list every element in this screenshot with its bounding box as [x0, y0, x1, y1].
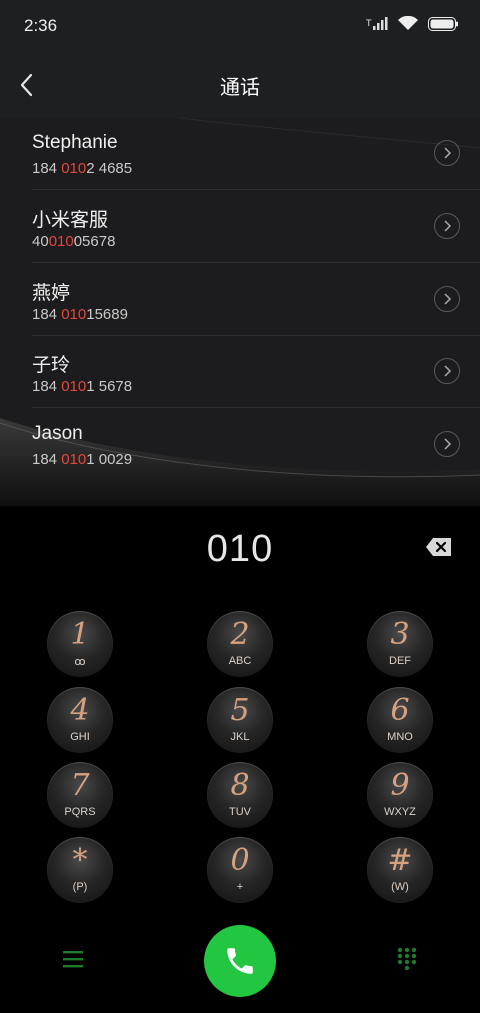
key-digit: 4 [70, 693, 90, 728]
contact-name: 小米客服 [32, 210, 109, 231]
key-letters: JKL [230, 731, 250, 743]
menu-icon [63, 951, 83, 968]
contact-detail-button[interactable] [434, 431, 460, 457]
key-6[interactable]: 6 MNO [367, 687, 433, 753]
key-digit: 6 [390, 693, 410, 728]
key-1[interactable]: 1 ꝏ [47, 611, 113, 677]
divider [32, 262, 480, 263]
menu-button[interactable] [62, 949, 84, 969]
contact-detail-button[interactable] [434, 140, 460, 166]
contact-row[interactable]: Stephanie 184 0102 4685 [0, 118, 480, 190]
key-letters: PQRS [64, 806, 96, 818]
key-4[interactable]: 4 GHI [47, 687, 113, 753]
dialed-number[interactable]: 010 [0, 528, 480, 571]
header: 通话 [0, 52, 480, 118]
key-letters: WXYZ [384, 806, 416, 818]
key-digit: 1 [70, 617, 90, 652]
contact-detail-button[interactable] [434, 286, 460, 312]
key-hash[interactable]: # (W) [367, 837, 433, 903]
key-0[interactable]: 0 + [207, 837, 273, 903]
divider [32, 407, 480, 408]
contact-detail-button[interactable] [434, 213, 460, 239]
key-digit: 5 [230, 693, 250, 728]
dial-display: 010 [0, 506, 480, 592]
key-3[interactable]: 3 DEF [367, 611, 433, 677]
key-letters: (P) [72, 881, 88, 893]
contact-row[interactable]: Jason 184 0101 0029 [0, 409, 480, 481]
contact-number: 184 01015689 [32, 306, 128, 323]
key-letters: DEF [389, 655, 411, 667]
wifi-icon [398, 16, 418, 30]
contact-number: 4001005678 [32, 233, 116, 250]
voicemail-icon: ꝏ [74, 656, 86, 668]
key-letters: MNO [387, 731, 413, 743]
key-letters: GHI [70, 731, 90, 743]
contact-name: 子玲 [32, 355, 71, 376]
chevron-right-icon [444, 438, 452, 450]
backspace-button[interactable] [426, 537, 452, 557]
contact-detail-button[interactable] [434, 358, 460, 384]
status-time: 2:36 [24, 16, 58, 35]
chevron-right-icon [444, 220, 452, 232]
battery-icon [428, 16, 458, 31]
key-letters: ABC [228, 655, 252, 667]
call-button[interactable] [204, 925, 276, 997]
key-letters: TUV [229, 806, 251, 818]
status-icons: T [366, 16, 458, 31]
key-9[interactable]: 9 WXYZ [367, 762, 433, 828]
backspace-icon [426, 538, 451, 556]
chevron-right-icon [444, 147, 452, 159]
key-letters: (W) [391, 881, 409, 893]
key-digit: 9 [390, 768, 410, 803]
phone-icon [227, 948, 253, 974]
status-bar: 2:36 T [0, 0, 480, 52]
key-digit: 3 [390, 617, 410, 652]
contact-name: 燕婷 [32, 283, 71, 304]
key-digit: 7 [70, 768, 90, 803]
key-digit: 8 [230, 768, 250, 803]
contact-name: Stephanie [32, 132, 118, 153]
contact-name: Jason [32, 423, 83, 444]
key-2[interactable]: 2 ABC [207, 611, 273, 677]
chevron-right-icon [444, 365, 452, 377]
keypad: 1 ꝏ 2 ABC 3 DEF 4 GHI 5 JKL 6 MNO 7 PQRS… [0, 600, 480, 910]
divider [32, 189, 480, 190]
contact-list: Stephanie 184 0102 4685 小米客服 4001005678 … [0, 118, 480, 506]
contact-row[interactable]: 燕婷 184 01015689 [0, 264, 480, 336]
contact-number: 184 0101 0029 [32, 451, 133, 468]
key-digit: 2 [230, 617, 250, 652]
key-8[interactable]: 8 TUV [207, 762, 273, 828]
key-digit: 0 [230, 843, 250, 878]
bottom-bar [0, 912, 480, 1013]
chevron-right-icon [444, 293, 452, 305]
key-letters: + [236, 881, 244, 893]
key-digit: * [72, 843, 88, 878]
contact-number: 184 0102 4685 [32, 160, 133, 177]
contact-number: 184 0101 5678 [32, 378, 133, 395]
contact-row[interactable]: 子玲 184 0101 5678 [0, 336, 480, 408]
key-5[interactable]: 5 JKL [207, 687, 273, 753]
page-title: 通话 [220, 77, 260, 99]
keypad-icon [397, 947, 417, 971]
key-star[interactable]: * (P) [47, 837, 113, 903]
contact-row[interactable]: 小米客服 4001005678 [0, 191, 480, 263]
svg-text:T: T [366, 19, 372, 29]
keypad-toggle-button[interactable] [396, 947, 418, 971]
key-digit: # [387, 843, 413, 878]
signal-icon: T [366, 16, 388, 30]
key-7[interactable]: 7 PQRS [47, 762, 113, 828]
